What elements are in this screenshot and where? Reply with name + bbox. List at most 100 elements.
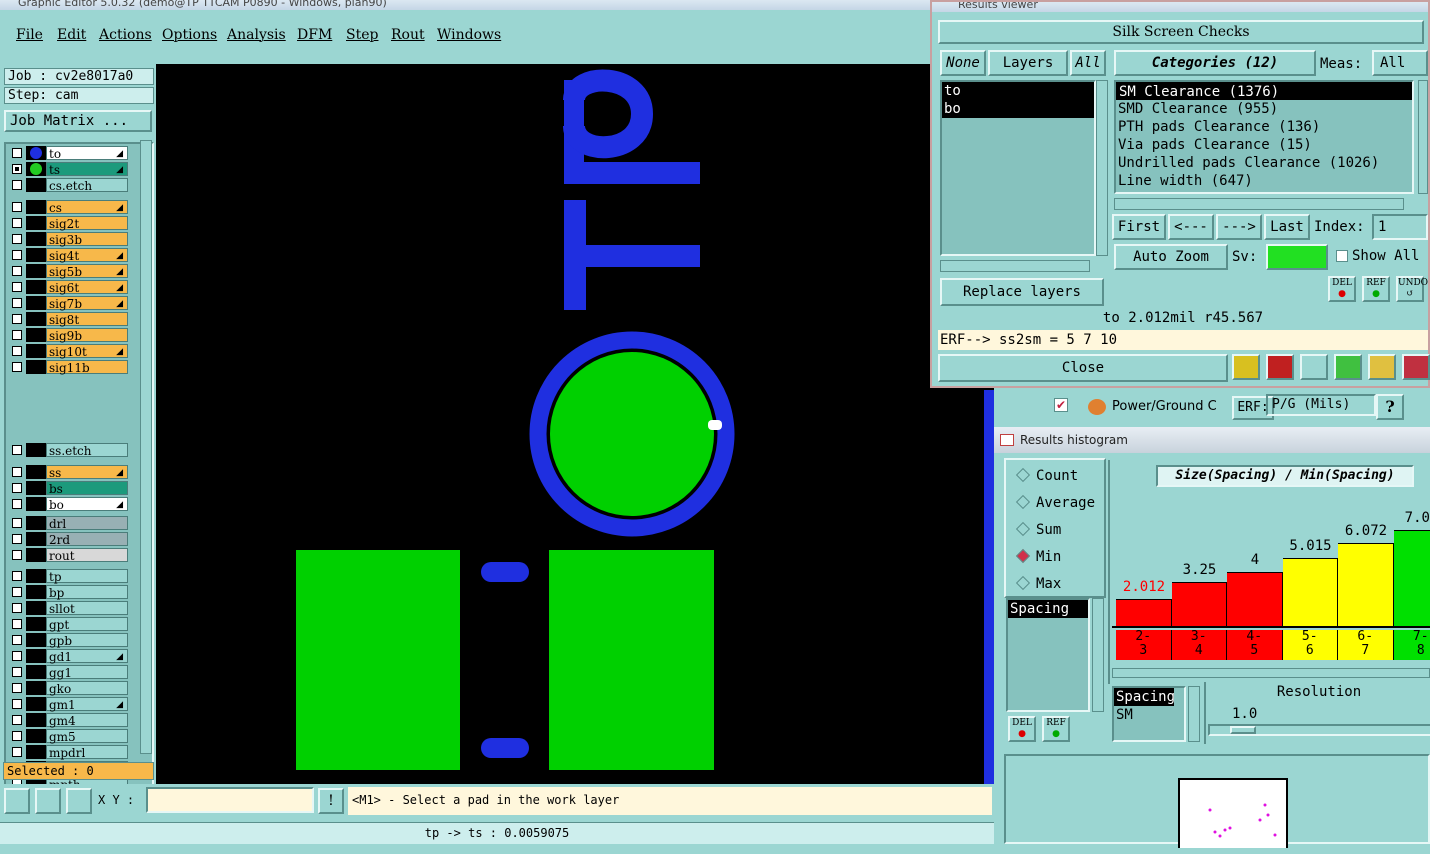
list2-item[interactable]: SM [1114, 706, 1184, 724]
results-layer-item[interactable]: to [942, 82, 1094, 100]
layer-affected-checkbox[interactable] [12, 534, 22, 544]
close-button[interactable]: Close [938, 354, 1228, 382]
layer-name[interactable]: sllot [46, 601, 128, 615]
layer-color-slot[interactable] [26, 617, 46, 631]
tool-icon-3[interactable] [1300, 354, 1328, 380]
layer-color-slot[interactable] [26, 665, 46, 679]
layer-name[interactable]: ss◢ [46, 465, 128, 479]
layer-affected-checkbox[interactable] [12, 587, 22, 597]
layer-row[interactable]: gpb [10, 633, 128, 647]
layer-color-slot[interactable] [26, 532, 46, 546]
layer-name[interactable]: sig3b [46, 232, 128, 246]
layer-affected-checkbox[interactable] [12, 314, 22, 324]
replace-layers-select[interactable]: Replace layers [940, 278, 1104, 306]
layer-color-slot[interactable] [26, 516, 46, 530]
index-input[interactable]: 1 [1372, 214, 1428, 240]
layer-color-slot[interactable] [26, 697, 46, 711]
attr-list-scroll[interactable] [1092, 598, 1104, 712]
layer-name[interactable]: sig7b◢ [46, 296, 128, 310]
resolution-thumb[interactable] [1230, 726, 1256, 734]
category-item[interactable]: SMD Clearance (955) [1116, 100, 1412, 118]
layer-affected-checkbox[interactable] [12, 499, 22, 509]
layer-row[interactable]: gm4 [10, 713, 128, 727]
layer-name[interactable]: rout [46, 548, 128, 562]
layer-name[interactable]: ts◢ [46, 162, 128, 176]
layer-row[interactable]: sig2t [10, 216, 128, 230]
layer-color-slot[interactable] [26, 312, 46, 326]
hist-ref-icon[interactable]: REF● [1042, 716, 1070, 742]
list2-item[interactable]: Spacing [1114, 688, 1174, 706]
layer-affected-checkbox[interactable] [12, 683, 22, 693]
layer-color-slot[interactable] [26, 745, 46, 759]
layer-affected-checkbox[interactable] [12, 218, 22, 228]
menu-actions[interactable]: Actions [99, 27, 152, 43]
layer-name[interactable]: sig5b◢ [46, 264, 128, 278]
option-min[interactable]: Min [1018, 549, 1061, 565]
histogram-bar[interactable] [1227, 572, 1283, 626]
all-button[interactable]: All [1070, 50, 1106, 76]
layer-affected-checkbox[interactable] [12, 202, 22, 212]
layer-affected-checkbox[interactable] [12, 250, 22, 260]
grid-icon[interactable] [66, 788, 92, 814]
category-item[interactable]: Undrilled pads Clearance (1026) [1116, 154, 1412, 172]
menu-file[interactable]: File [16, 27, 43, 43]
layer-list-vscroll[interactable] [1096, 80, 1108, 256]
layer-row[interactable]: 2rd [10, 532, 128, 546]
layer-row[interactable]: gm5 [10, 729, 128, 743]
layer-color-slot[interactable] [26, 443, 46, 457]
layer-list-hscroll[interactable] [940, 260, 1090, 272]
layer-affected-checkbox[interactable] [12, 445, 22, 455]
layer-name[interactable]: sig2t [46, 216, 128, 230]
histogram-bar[interactable] [1283, 558, 1339, 626]
layer-row[interactable]: bo◢ [10, 497, 128, 511]
layer-color-slot[interactable] [26, 481, 46, 495]
option-max[interactable]: Max [1018, 576, 1061, 592]
ref-icon[interactable]: REF● [1362, 276, 1390, 302]
menu-step[interactable]: Step [346, 27, 378, 43]
layer-name[interactable]: bs [46, 481, 128, 495]
menu-analysis[interactable]: Analysis [227, 27, 286, 43]
histogram-icon[interactable] [1402, 354, 1430, 380]
meas-select[interactable]: All [1372, 50, 1428, 76]
layer-row[interactable]: ss◢ [10, 465, 128, 479]
layer-affected-checkbox[interactable] [12, 346, 22, 356]
layer-row[interactable]: sig11b [10, 360, 128, 374]
menu-options[interactable]: Options [162, 27, 217, 43]
layer-row[interactable]: bp [10, 585, 128, 599]
menu-dfm[interactable]: DFM [297, 27, 332, 43]
layer-color-slot[interactable] [26, 497, 46, 511]
menu-rout[interactable]: Rout [391, 27, 425, 43]
category-item[interactable]: SM Clearance (1376) [1116, 82, 1412, 100]
layer-affected-checkbox[interactable] [12, 635, 22, 645]
categories-hscroll[interactable] [1114, 198, 1404, 210]
layer-name[interactable]: gm1◢ [46, 697, 128, 711]
radio-min[interactable] [1016, 549, 1030, 563]
layer-name[interactable]: sig8t [46, 312, 128, 326]
layer-row[interactable]: tp [10, 569, 128, 583]
chart-hscroll[interactable] [1112, 668, 1430, 678]
layer-row[interactable]: sig7b◢ [10, 296, 128, 310]
layer-affected-checkbox[interactable] [12, 715, 22, 725]
layer-affected-checkbox[interactable] [12, 550, 22, 560]
menu-windows[interactable]: Windows [437, 27, 501, 43]
layer-color-slot[interactable] [26, 296, 46, 310]
power-ground-checkbox[interactable]: ✔ [1054, 398, 1068, 412]
radio-count[interactable] [1016, 468, 1030, 482]
layer-name[interactable]: gd1◢ [46, 649, 128, 663]
report-icon[interactable] [1368, 354, 1396, 380]
layer-name[interactable]: 2rd [46, 532, 128, 546]
next-button[interactable]: ---> [1216, 214, 1262, 240]
graphics-canvas[interactable] [156, 64, 994, 784]
histogram-bar[interactable] [1394, 530, 1430, 626]
layer-row[interactable]: sig4t◢ [10, 248, 128, 262]
layer-color-slot[interactable] [26, 146, 46, 160]
categories-list[interactable]: SM Clearance (1376) SMD Clearance (955) … [1114, 80, 1414, 194]
layer-row[interactable]: gg1 [10, 665, 128, 679]
layer-affected-checkbox[interactable] [12, 747, 22, 757]
layer-list-scrollbar[interactable] [140, 140, 152, 754]
layer-color-slot[interactable] [26, 681, 46, 695]
menu-edit[interactable]: Edit [57, 27, 86, 43]
help-icon[interactable]: ? [1376, 394, 1404, 420]
results-layer-list[interactable]: to bo [940, 80, 1096, 256]
layer-affected-checkbox[interactable] [12, 282, 22, 292]
